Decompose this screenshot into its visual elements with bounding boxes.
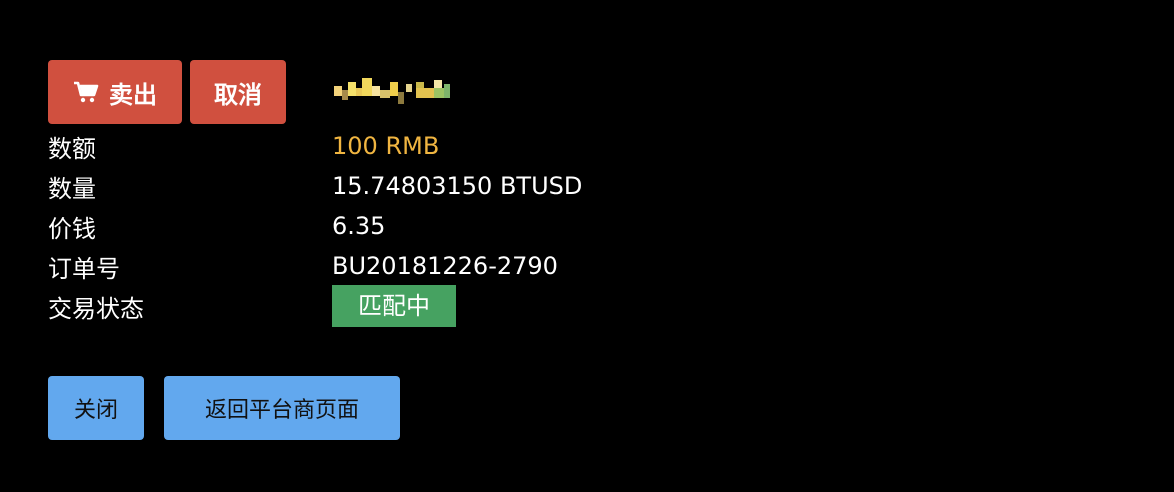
detail-row-quantity: 数量 15.74803150 BTUSD	[48, 166, 748, 206]
close-button[interactable]: 关闭	[48, 376, 144, 440]
order-id-value: BU20181226-2790	[332, 252, 558, 280]
merchant-logo	[334, 76, 454, 106]
price-value: 6.35	[332, 212, 386, 240]
quantity-label: 数量	[48, 174, 96, 203]
status-badge: 匹配中	[332, 285, 456, 327]
amount-value: 100 RMB	[332, 132, 440, 160]
back-to-merchant-label: 返回平台商页面	[204, 398, 359, 423]
order-id-label: 订单号	[48, 254, 120, 283]
detail-row-price: 价钱 6.35	[48, 206, 748, 246]
quantity-value: 15.74803150 BTUSD	[332, 172, 583, 200]
sell-button-label: 卖出	[109, 80, 157, 109]
back-to-merchant-button[interactable]: 返回平台商页面	[164, 376, 400, 440]
cancel-button-label: 取消	[214, 80, 262, 109]
detail-row-amount: 数额 100 RMB	[48, 126, 748, 166]
order-detail-page: 卖出 取消 数额 100 RMB 数量 15.74803150 BTUSD 价钱…	[0, 0, 1174, 492]
amount-label: 数额	[48, 134, 96, 163]
cancel-button[interactable]: 取消	[190, 60, 286, 124]
shopping-cart-icon	[73, 81, 99, 103]
sell-button[interactable]: 卖出	[48, 60, 182, 124]
detail-row-order-id: 订单号 BU20181226-2790	[48, 246, 748, 286]
detail-row-status: 交易状态 匹配中	[48, 285, 748, 327]
price-label: 价钱	[48, 214, 96, 243]
close-button-label: 关闭	[73, 398, 118, 423]
status-label: 交易状态	[48, 294, 144, 323]
order-details: 数额 100 RMB 数量 15.74803150 BTUSD 价钱 6.35 …	[48, 126, 748, 327]
action-bar: 卖出 取消	[48, 60, 748, 124]
footer-actions: 关闭 返回平台商页面	[48, 376, 748, 440]
